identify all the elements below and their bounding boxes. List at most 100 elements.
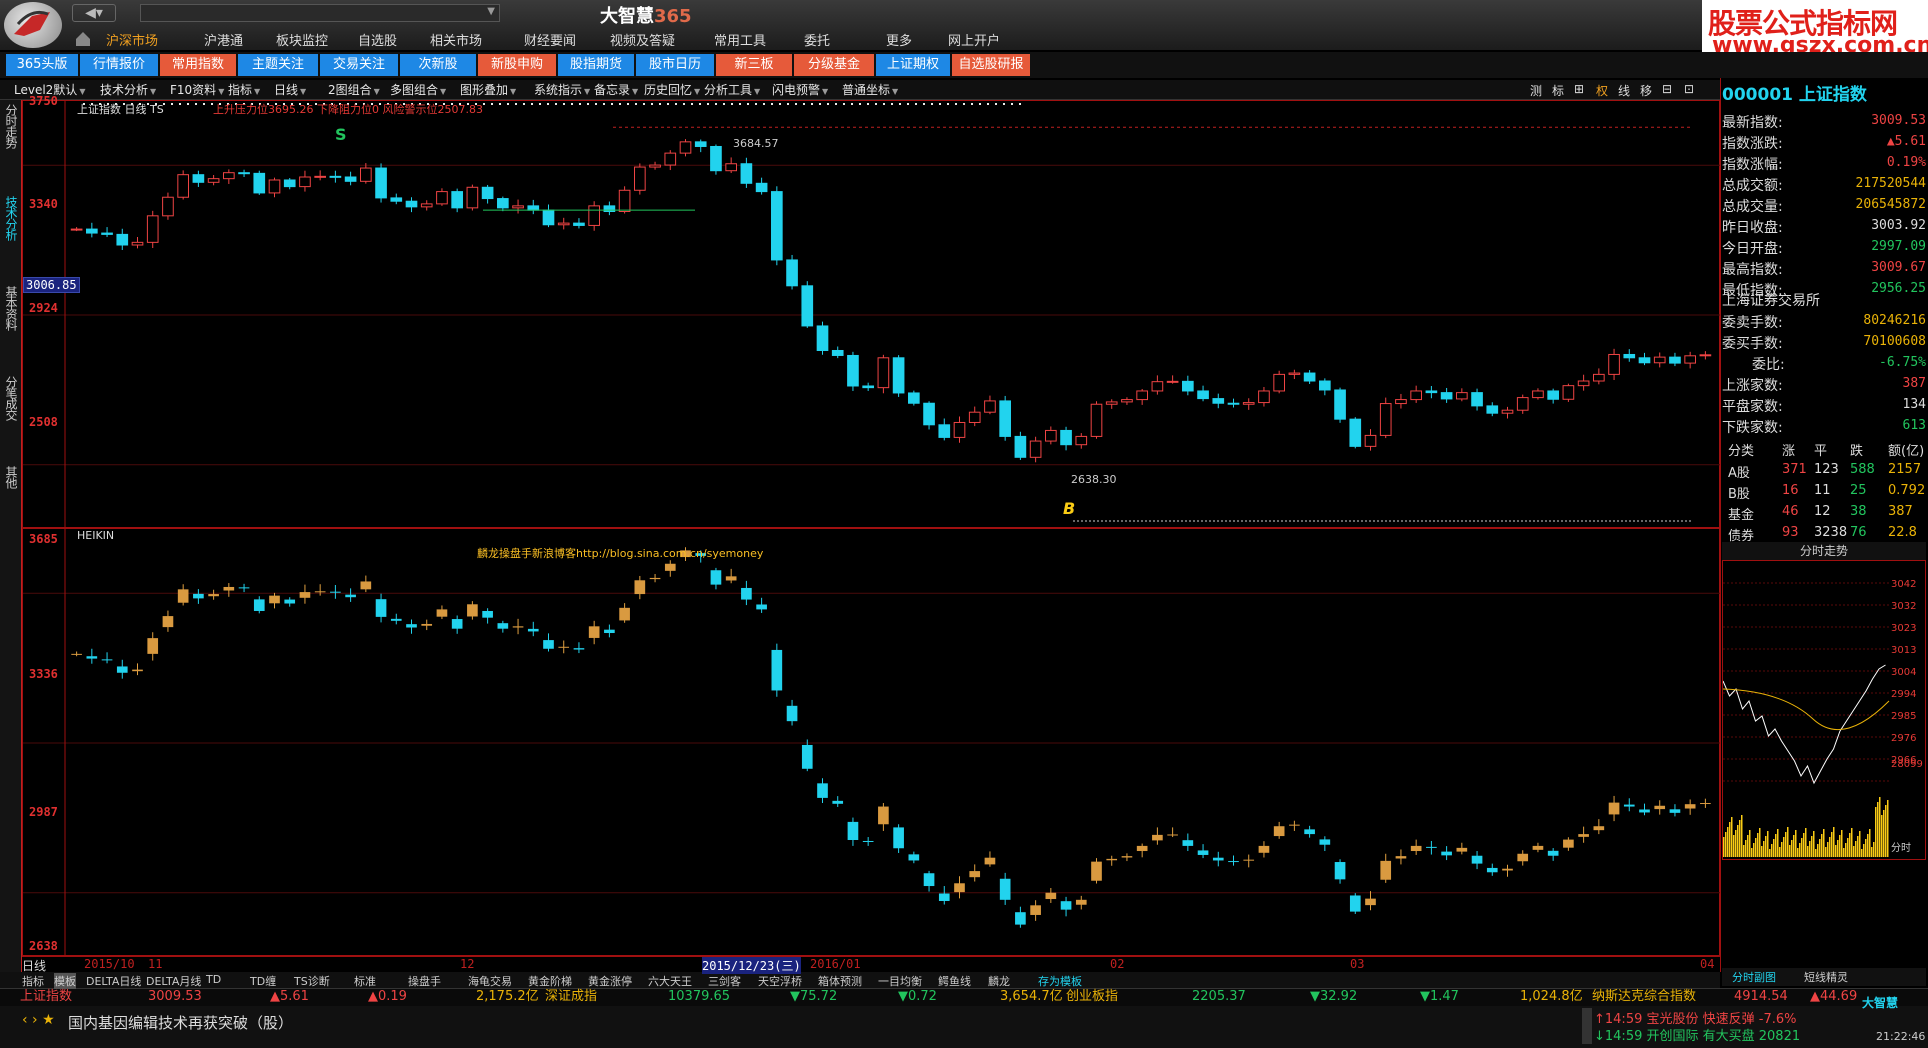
tab-11[interactable]: 上证期权: [876, 54, 950, 76]
candle-body: [420, 203, 433, 208]
toolbar-0[interactable]: Level2默认: [14, 81, 85, 99]
tab-1[interactable]: 行情报价: [80, 54, 158, 76]
tab-intraday-sub[interactable]: 分时副图: [1732, 969, 1776, 985]
toolbar-right-5[interactable]: 移: [1640, 82, 1652, 99]
menu-5[interactable]: 财经要闻: [518, 30, 582, 49]
menu-1[interactable]: 沪港通: [198, 30, 249, 49]
tab-12[interactable]: 自选股研报: [952, 54, 1030, 76]
toolbar-13[interactable]: 普通坐标: [842, 81, 898, 99]
tab-2[interactable]: 常用指数: [160, 54, 236, 76]
left-tab-3[interactable]: 分笔成交: [2, 376, 20, 420]
toolbar-7[interactable]: 图形叠加: [460, 81, 516, 99]
indicator-tab-19[interactable]: 存为模板: [1038, 973, 1082, 989]
mini-chart-title[interactable]: 分时走势: [1722, 542, 1926, 560]
menu-2[interactable]: 板块监控: [270, 30, 334, 49]
candle-body: [1075, 899, 1087, 905]
intraday-mini-chart[interactable]: 3042 3032 3023 3013 3004 2994 2985 2976 2966 2809…: [1722, 560, 1926, 860]
tab-7[interactable]: 股指期货: [558, 54, 634, 76]
price-chart-panel[interactable]: 3750 3340 2924 2508 3006.85 上证指数 日线 TS 上…: [22, 94, 1721, 529]
mini-volume-bar: [1843, 848, 1845, 857]
left-tab-4[interactable]: 其他: [2, 466, 20, 488]
indicator-tab-4[interactable]: TD: [206, 973, 221, 986]
toolbar-5[interactable]: 2图组合: [328, 81, 380, 99]
tab-10[interactable]: 分级基金: [794, 54, 874, 76]
toolbar-right-0[interactable]: 测: [1530, 82, 1542, 99]
heikin-ashi-chart[interactable]: [23, 529, 1721, 957]
mini-volume-bar: [1749, 830, 1751, 857]
menu-3[interactable]: 自选股: [352, 30, 403, 49]
toolbar-right-6[interactable]: ⊟: [1662, 82, 1672, 96]
tab-5[interactable]: 次新股: [400, 54, 476, 76]
toolbar-right-7[interactable]: ⊡: [1684, 82, 1694, 96]
candle-body: [558, 646, 570, 648]
tab-3[interactable]: 主题关注: [238, 54, 318, 76]
tab-9[interactable]: 新三板: [716, 54, 792, 76]
table-cell: 22.8: [1888, 525, 1917, 540]
menu-0[interactable]: 沪深市场: [100, 30, 164, 49]
marker-dot: [867, 103, 869, 105]
news-nav-arrows[interactable]: ‹ › ★: [22, 1012, 55, 1028]
indicator-tab-11[interactable]: 黄金涨停: [588, 973, 632, 989]
indicator-tab-13[interactable]: 三剑客: [708, 973, 741, 989]
indicator-tab-1[interactable]: 模板: [54, 973, 76, 989]
menu-4[interactable]: 相关市场: [424, 30, 488, 49]
left-tab-2[interactable]: 基本资料: [2, 286, 20, 330]
heikin-chart-panel[interactable]: HEIKIN 麟龙操盘手新浪博客http://blog.sina.com.cn/…: [22, 528, 1721, 957]
toolbar-right-2[interactable]: ⊞: [1574, 82, 1584, 96]
indicator-tab-10[interactable]: 黄金阶梯: [528, 973, 572, 989]
mini-volume-bar: [1757, 833, 1759, 857]
tab-0[interactable]: 365头版: [6, 54, 78, 76]
menu-10[interactable]: 网上开户: [942, 30, 1006, 49]
home-icon[interactable]: [74, 30, 92, 48]
indicator-tab-18[interactable]: 麟龙: [988, 973, 1010, 989]
toolbar-8[interactable]: 系统指示: [534, 81, 590, 99]
indicator-tab-6[interactable]: TS诊断: [294, 973, 330, 989]
candle-body: [740, 163, 753, 184]
candle-body: [268, 179, 281, 194]
tab-short-elf[interactable]: 短线精灵: [1804, 969, 1848, 985]
mini-volume-bar: [1737, 825, 1739, 857]
indicator-tab-3[interactable]: DELTA月线: [146, 973, 201, 989]
table-cell: 基金: [1728, 508, 1755, 523]
toolbar-2[interactable]: F10资料: [170, 81, 224, 99]
left-tab-0[interactable]: 分时走势: [2, 104, 20, 148]
address-dropdown[interactable]: ▼: [140, 4, 500, 22]
indicator-tab-0[interactable]: 指标: [22, 973, 44, 989]
indicator-tab-15[interactable]: 箱体预测: [818, 973, 862, 989]
indicator-tab-9[interactable]: 海龟交易: [468, 973, 512, 989]
tab-4[interactable]: 交易关注: [320, 54, 398, 76]
menu-9[interactable]: 更多: [880, 30, 918, 49]
toolbar-right-1[interactable]: 标: [1552, 82, 1564, 99]
back-button[interactable]: ◀▾: [72, 4, 116, 22]
toolbar-right-3[interactable]: 权: [1596, 82, 1608, 99]
menu-7[interactable]: 常用工具: [708, 30, 772, 49]
mini-volume-bar: [1875, 807, 1877, 857]
indicator-tab-7[interactable]: 标准: [354, 973, 376, 989]
candle-body: [1608, 353, 1620, 375]
toolbar-1[interactable]: 技术分析: [100, 81, 156, 99]
left-tab-1[interactable]: 技术分析: [2, 196, 20, 240]
toolbar-12[interactable]: 闪电预警: [772, 81, 828, 99]
indicator-tab-12[interactable]: 六大天王: [648, 973, 692, 989]
toolbar-11[interactable]: 分析工具: [704, 81, 760, 99]
toolbar-6[interactable]: 多图组合: [390, 81, 446, 99]
toolbar-4[interactable]: 日线: [274, 81, 306, 99]
indicator-tab-17[interactable]: 鳄鱼线: [938, 973, 971, 989]
indicator-tab-8[interactable]: 操盘手: [408, 973, 441, 989]
indicator-tab-5[interactable]: TD缠: [250, 973, 276, 989]
toolbar-10[interactable]: 历史回忆: [644, 81, 700, 99]
menu-8[interactable]: 委托: [798, 30, 836, 49]
toolbar-9[interactable]: 备忘录: [594, 81, 638, 99]
indicator-tab-16[interactable]: 一目均衡: [878, 973, 922, 989]
tab-6[interactable]: 新股申购: [478, 54, 556, 76]
news-headline[interactable]: 国内基因编辑技术再获突破（股）: [68, 1012, 293, 1033]
scrollbar[interactable]: [1582, 1008, 1592, 1044]
indicator-tab-2[interactable]: DELTA日线: [86, 973, 141, 989]
toolbar-right-4[interactable]: 线: [1618, 82, 1630, 99]
alert-line-2[interactable]: ↓14:59 开创国际 有大买盘 20821: [1594, 1025, 1800, 1044]
menu-6[interactable]: 视频及答疑: [604, 30, 681, 49]
tab-8[interactable]: 股市日历: [636, 54, 714, 76]
toolbar-3[interactable]: 指标: [228, 81, 260, 99]
indicator-tab-14[interactable]: 天空浮桥: [758, 973, 802, 989]
candlestick-chart[interactable]: [23, 101, 1721, 529]
